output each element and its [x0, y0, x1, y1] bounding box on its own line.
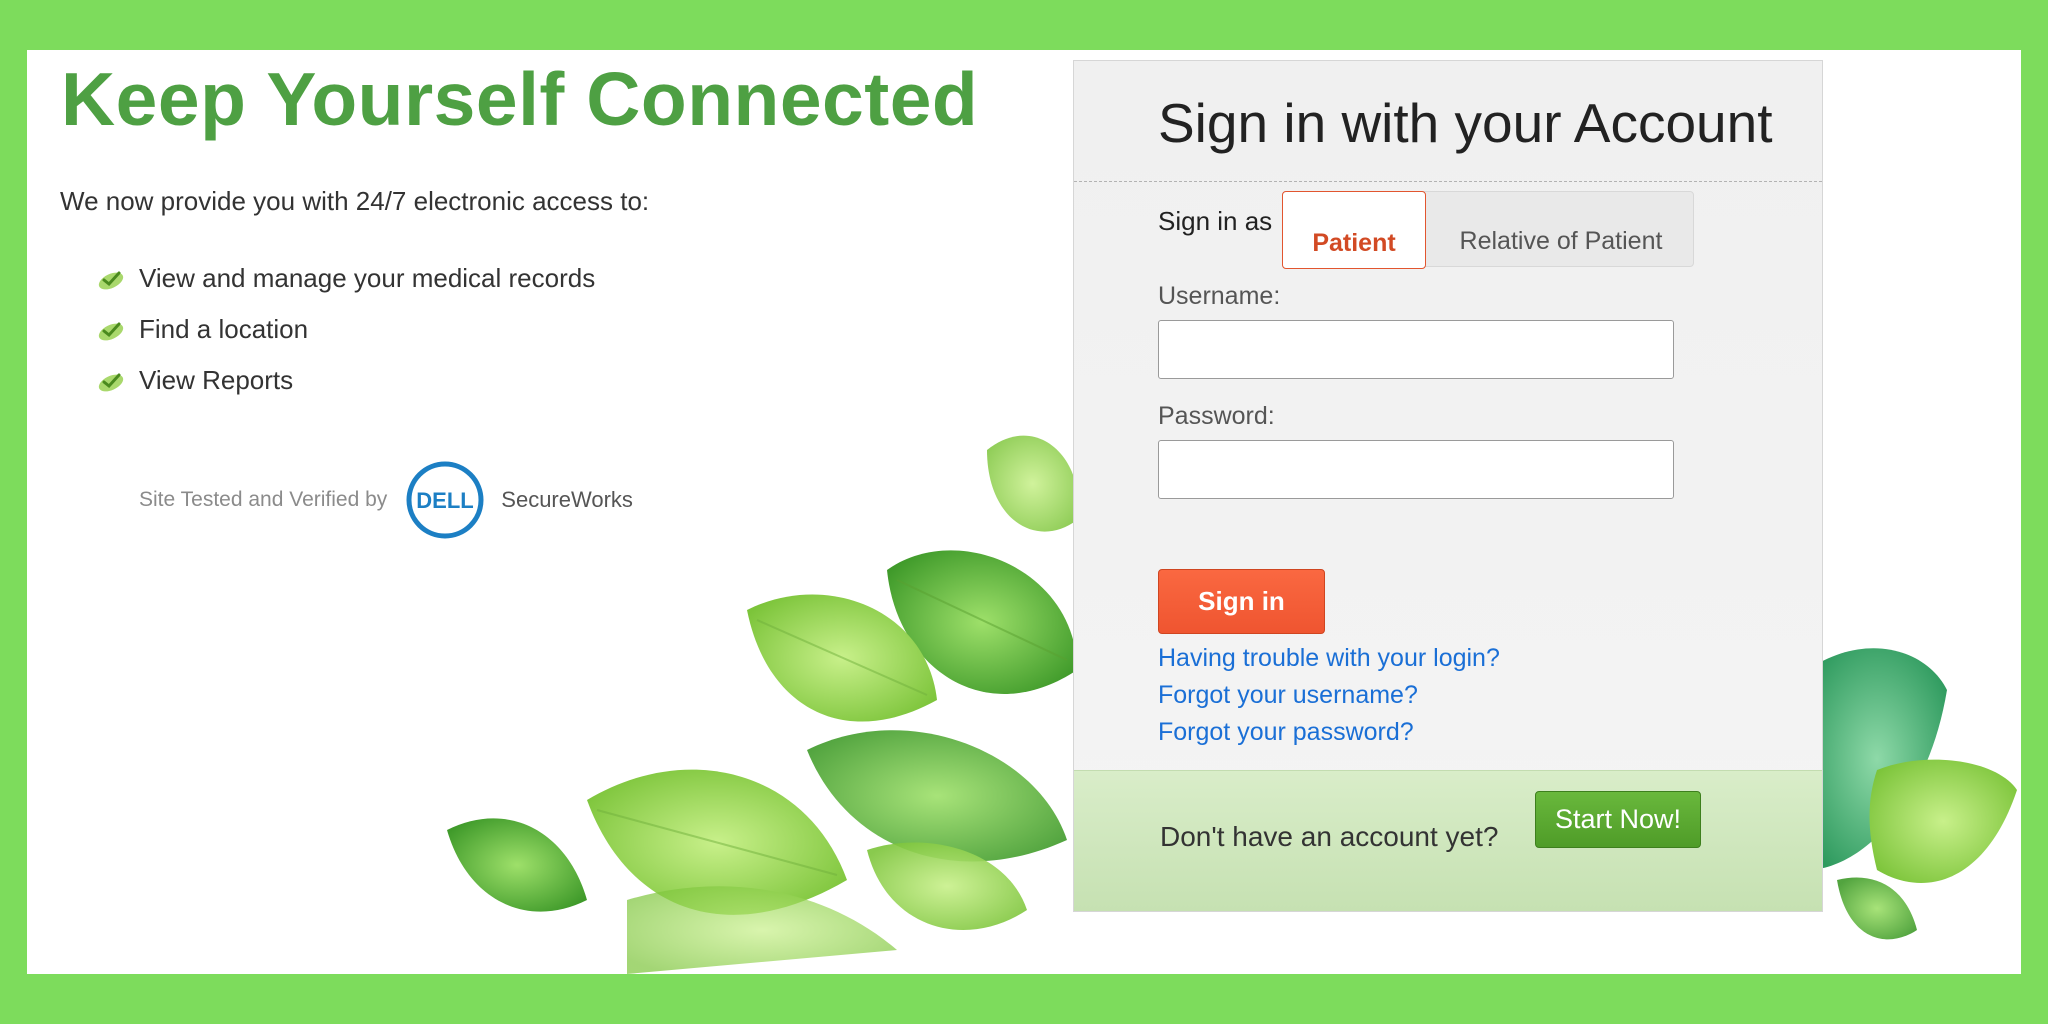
- trouble-login-link[interactable]: Having trouble with your login?: [1158, 644, 1500, 673]
- page-content: Keep Yourself Connected We now provide y…: [27, 50, 2021, 974]
- feature-label: View Reports: [139, 365, 294, 395]
- verified-badge: Site Tested and Verified by DELL SecureW…: [139, 460, 633, 540]
- list-item: View Reports: [97, 355, 595, 406]
- tab-patient[interactable]: Patient: [1282, 191, 1426, 269]
- divider: [1074, 181, 1822, 182]
- forgot-username-link[interactable]: Forgot your username?: [1158, 681, 1418, 710]
- no-account-text: Don't have an account yet?: [1160, 821, 1499, 852]
- feature-list: View and manage your medical records Fin…: [97, 253, 595, 406]
- intro-text: We now provide you with 24/7 electronic …: [60, 186, 650, 216]
- username-label: Username:: [1158, 282, 1281, 310]
- signin-panel: Sign in with your Account Sign in as Pat…: [1073, 60, 1823, 912]
- forgot-password-link[interactable]: Forgot your password?: [1158, 718, 1414, 747]
- list-item: Find a location: [97, 304, 595, 355]
- dell-logo-icon: DELL: [406, 461, 484, 539]
- username-field[interactable]: [1158, 320, 1674, 379]
- check-icon: [98, 322, 124, 340]
- signin-title: Sign in with your Account: [1158, 92, 1773, 154]
- page-headline: Keep Yourself Connected: [61, 57, 979, 141]
- list-item: View and manage your medical records: [97, 253, 595, 304]
- verified-text: Site Tested and Verified by: [139, 488, 388, 511]
- tab-relative-of-patient[interactable]: Relative of Patient: [1433, 192, 1689, 266]
- feature-label: View and manage your medical records: [139, 263, 596, 293]
- password-field[interactable]: [1158, 440, 1674, 499]
- role-tabs: Patient Relative of Patient: [1282, 191, 1694, 269]
- check-icon: [98, 271, 124, 289]
- feature-label: Find a location: [139, 314, 309, 344]
- password-label: Password:: [1158, 402, 1275, 430]
- partner-name: SecureWorks: [501, 487, 633, 512]
- svg-text:DELL: DELL: [417, 488, 474, 513]
- start-now-button[interactable]: Start Now!: [1535, 791, 1701, 848]
- check-icon: [98, 373, 124, 391]
- sign-in-button[interactable]: Sign in: [1158, 569, 1325, 634]
- signin-as-label: Sign in as: [1158, 206, 1273, 236]
- signup-footer: Don't have an account yet? Start Now!: [1074, 770, 1822, 911]
